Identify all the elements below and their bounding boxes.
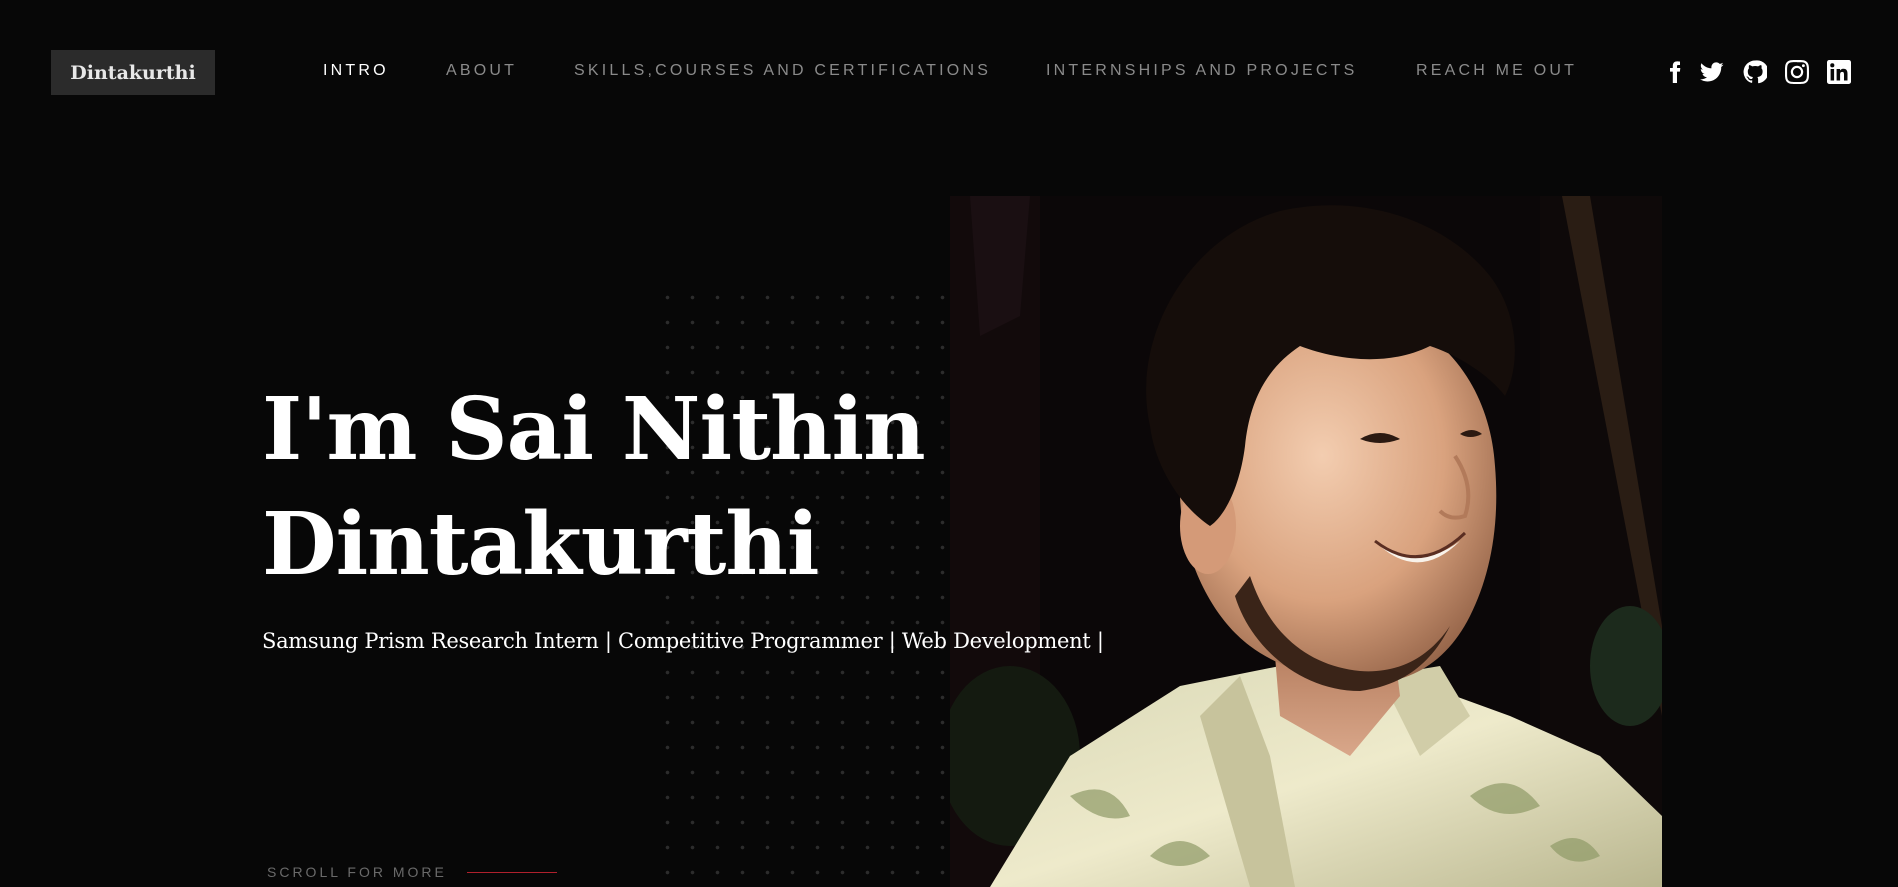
facebook-icon[interactable] (1662, 59, 1688, 85)
linkedin-icon[interactable] (1826, 59, 1852, 85)
hero-title: I'm Sai Nithin Dintakurthi (262, 372, 982, 602)
nav-item-reach-me-out[interactable]: REACH ME OUT (1416, 62, 1577, 80)
logo[interactable]: Dintakurthi (51, 50, 215, 95)
scroll-accent-line (466, 871, 557, 873)
hero-title-line-2: Dintakurthi (262, 494, 820, 595)
nav-item-internships[interactable]: INTERNSHIPS AND PROJECTS (1046, 62, 1358, 80)
scroll-for-more-link[interactable]: SCROLL FOR MORE (267, 864, 557, 880)
hero-title-line-1: I'm Sai Nithin (262, 379, 926, 480)
nav-item-about[interactable]: ABOUT (446, 62, 517, 80)
page: Dintakurthi INTRO ABOUT SKILLS,COURSES A… (0, 0, 1898, 887)
profile-photo (950, 196, 1662, 887)
nav-item-intro[interactable]: INTRO (323, 62, 389, 80)
instagram-icon[interactable] (1784, 59, 1810, 85)
hero-subtitle: Samsung Prism Research Intern | Competit… (262, 629, 1104, 653)
github-icon[interactable] (1742, 59, 1768, 85)
nav-item-skills[interactable]: SKILLS,COURSES AND CERTIFICATIONS (574, 62, 991, 80)
scroll-label: SCROLL FOR MORE (267, 864, 447, 880)
twitter-icon[interactable] (1699, 59, 1725, 85)
